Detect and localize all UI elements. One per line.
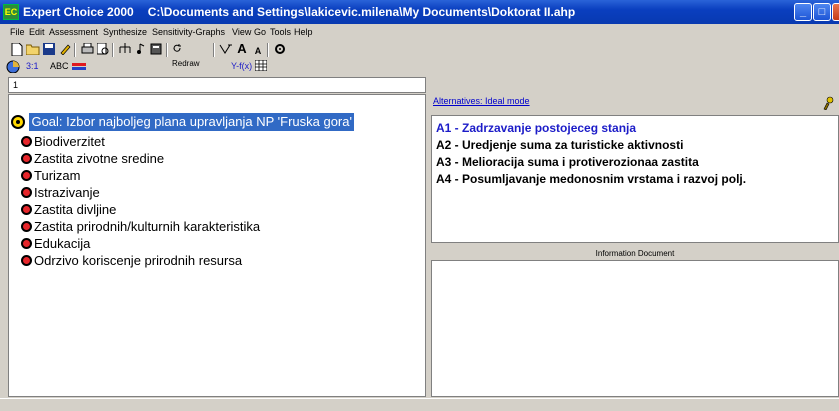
alternative-item[interactable]: A1 - Zadrzavanje postojeceg stanja — [436, 120, 838, 137]
information-document-label: Information Document — [595, 249, 675, 258]
menu-file[interactable]: File — [10, 27, 25, 37]
alternatives-header: Alternatives: Ideal mode — [431, 94, 839, 111]
node-label: Biodiverzitet — [34, 134, 105, 149]
node-bullet-icon — [21, 204, 32, 215]
goal-icon — [11, 115, 25, 129]
bigger-font-icon[interactable]: A — [235, 42, 249, 56]
tree-node[interactable]: Odrzivo koriscenje prirodnih resursa — [21, 252, 260, 269]
menu-edit[interactable]: Edit — [29, 27, 45, 37]
menu-tools[interactable]: Tools — [270, 27, 291, 37]
node-bullet-icon — [21, 153, 32, 164]
node-bullet-icon — [21, 255, 32, 266]
tree-node[interactable]: Zastita divljine — [21, 201, 260, 218]
settings-gear-icon[interactable] — [273, 43, 287, 57]
menu-go[interactable]: Go — [254, 27, 266, 37]
app-window: EC Expert Choice 2000 C:\Documents and Se… — [0, 0, 839, 411]
title-bar[interactable]: EC Expert Choice 2000 C:\Documents and Se… — [0, 0, 839, 24]
status-bar — [0, 398, 839, 411]
node-bullet-icon — [21, 221, 32, 232]
print-icon[interactable] — [80, 42, 94, 57]
left-edge — [0, 77, 6, 398]
app-logo-icon[interactable]: EC — [3, 4, 19, 20]
tree-node[interactable]: Zastita prirodnih/kulturnih karakteristi… — [21, 218, 260, 235]
close-button[interactable] — [832, 3, 839, 21]
node-label: Zastita zivotne sredine — [34, 151, 165, 166]
node-label: Turizam — [34, 168, 81, 183]
toolbar-separator — [166, 43, 168, 57]
node-bullet-icon — [21, 238, 32, 249]
level-indicator: 1 — [8, 77, 426, 93]
document-icon[interactable] — [149, 43, 163, 57]
tree-node[interactable]: Istrazivanje — [21, 184, 260, 201]
node-label: Edukacija — [34, 236, 91, 251]
pencil-icon[interactable] — [58, 43, 72, 57]
goal-node[interactable]: Goal: Izbor najboljeg plana upravljanja … — [11, 113, 354, 133]
toolbar-separator — [267, 43, 269, 57]
priorities-icon[interactable] — [6, 60, 20, 74]
minimize-button[interactable]: _ — [794, 3, 812, 21]
menu-view[interactable]: View — [232, 27, 251, 37]
criteria-list: Biodiverzitet Zastita zivotne sredine Tu… — [21, 133, 260, 269]
table-grid-icon[interactable] — [254, 59, 268, 74]
smaller-font-icon[interactable]: A — [251, 44, 265, 58]
tree-node[interactable]: Zastita zivotne sredine — [21, 150, 260, 167]
maximize-button[interactable]: □ — [813, 3, 831, 21]
tree-node[interactable]: Turizam — [21, 167, 260, 184]
alternative-item[interactable]: A3 - Melioracija suma i protiverozionaa … — [436, 154, 838, 171]
menu-assessment[interactable]: Assessment — [49, 27, 98, 37]
yfx-mode-tab[interactable]: Y-f(x) — [231, 61, 252, 71]
app-name: Expert Choice 2000 — [23, 5, 134, 19]
tree-node[interactable]: Biodiverzitet — [21, 133, 260, 150]
menu-help[interactable]: Help — [294, 27, 313, 37]
main-toolbar: Redraw A A — [0, 40, 839, 68]
alternative-item[interactable]: A4 - Posumljavanje medonosnim vrstama i … — [436, 171, 838, 188]
toolbar-separator — [213, 43, 215, 57]
hierarchy-tree-panel[interactable]: Goal: Izbor najboljeg plana upravljanja … — [8, 94, 426, 397]
mode-toolbar: 3:1 ABC Y-f(x) — [0, 59, 839, 75]
alternatives-list: A1 - Zadrzavanje postojeceg stanja A2 - … — [432, 116, 838, 188]
pairwise-numerical-tab[interactable]: 3:1 — [26, 61, 39, 71]
music-note-icon[interactable] — [134, 43, 148, 57]
alternative-item[interactable]: A2 - Uredjenje suma za turisticke aktivn… — [436, 137, 838, 154]
node-bullet-icon — [21, 136, 32, 147]
verbal-mode-tab[interactable]: ABC — [50, 61, 69, 71]
tree-node[interactable]: Edukacija — [21, 235, 260, 252]
node-bullet-icon — [21, 170, 32, 181]
window-title: Expert Choice 2000 C:\Documents and Setti… — [23, 5, 575, 19]
node-label: Zastita prirodnih/kulturnih karakteristi… — [34, 219, 261, 234]
save-icon[interactable] — [42, 43, 56, 57]
goal-label: Goal: Izbor najboljeg plana upravljanja … — [29, 113, 354, 131]
node-label: Odrzivo koriscenje prirodnih resursa — [34, 253, 243, 268]
file-path: C:\Documents and Settings\lakicevic.mile… — [147, 5, 576, 19]
redraw-button[interactable]: Redraw — [172, 43, 210, 68]
menu-bar: File Edit Assessment Synthesize Sensitiv… — [0, 24, 839, 40]
layout-direction-icon[interactable] — [219, 43, 233, 57]
node-bullet-icon — [21, 187, 32, 198]
open-folder-icon[interactable] — [25, 43, 40, 57]
toolbar-separator — [112, 43, 114, 57]
new-file-icon[interactable] — [10, 42, 24, 57]
information-document-panel[interactable] — [431, 260, 839, 397]
add-alternative-icon[interactable] — [821, 96, 835, 111]
alternatives-panel[interactable]: A1 - Zadrzavanje postojeceg stanja A2 - … — [431, 115, 839, 243]
menu-synthesize[interactable]: Synthesize — [103, 27, 147, 37]
tree-structure-icon[interactable] — [118, 43, 132, 57]
node-label: Istrazivanje — [34, 185, 100, 200]
menu-sensitivity-graphs[interactable]: Sensitivity-Graphs — [152, 27, 225, 37]
alternatives-mode-link[interactable]: Alternatives: Ideal mode — [433, 96, 530, 106]
toolbar-separator — [74, 43, 76, 57]
print-preview-icon[interactable] — [96, 42, 110, 57]
node-label: Zastita divljine — [34, 202, 117, 217]
graphical-mode-icon[interactable] — [72, 61, 86, 75]
